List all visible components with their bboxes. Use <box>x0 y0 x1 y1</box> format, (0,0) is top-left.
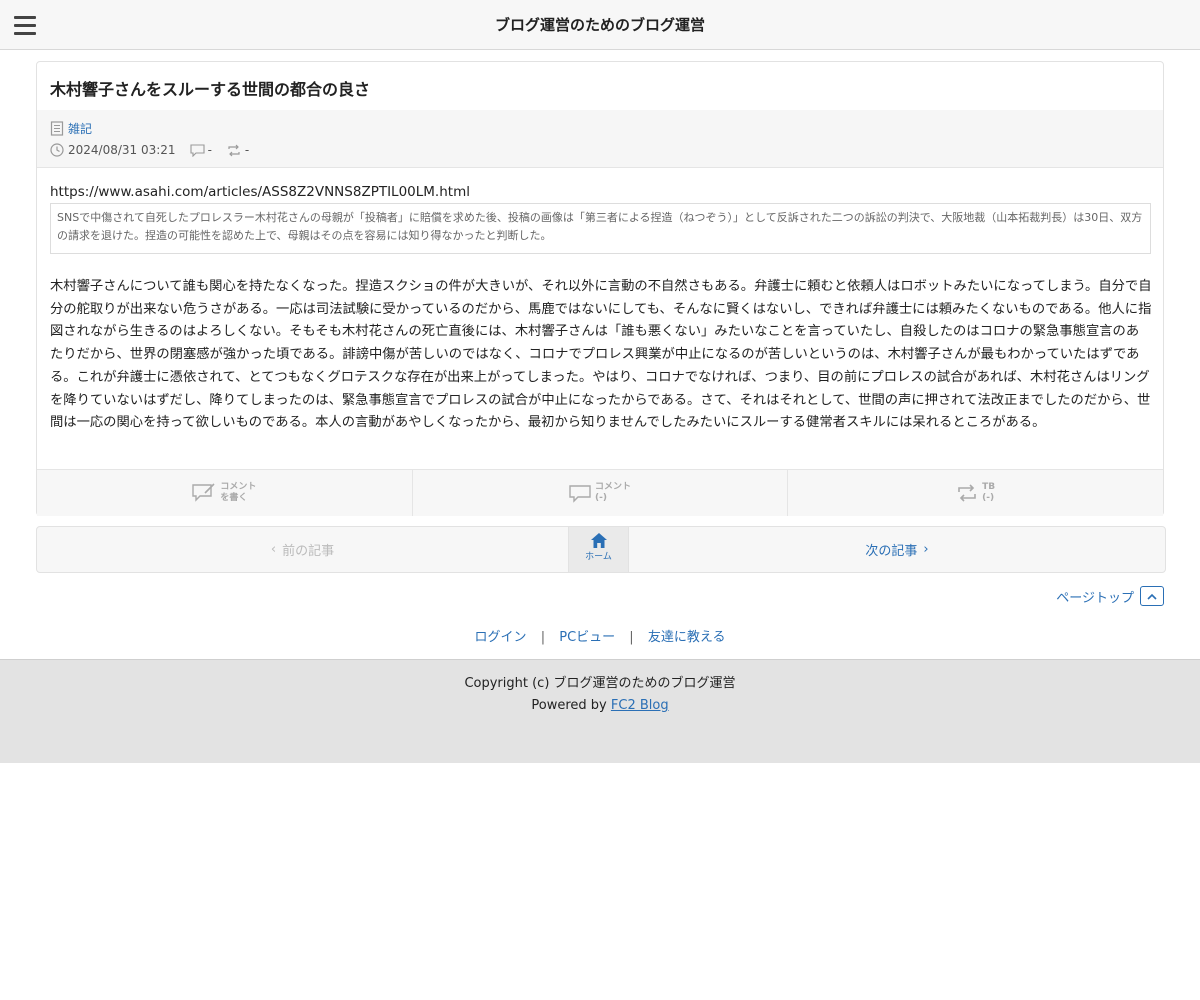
chevron-up-icon <box>1140 586 1164 606</box>
link-separator: | <box>629 630 634 645</box>
article-pager: ‹ 前の記事 ホーム 次の記事 › <box>36 526 1166 573</box>
trackback-icon <box>958 484 976 502</box>
trackback-count-value: - <box>244 143 250 157</box>
comments-label: コメント <box>595 482 632 492</box>
powered-by: Powered by FC2 Blog <box>0 698 1200 713</box>
footer: Copyright (c) ブログ運営のためのブログ運営 Powered by … <box>0 659 1200 763</box>
comment-icon <box>569 484 591 503</box>
site-title[interactable]: ブログ運営のためのブログ運営 <box>0 14 1200 35</box>
page-top-label: ページトップ <box>1056 590 1134 606</box>
date-row: 2024/08/31 03:21 - - <box>50 143 249 157</box>
comments-count: (-) <box>595 493 607 503</box>
comments-button[interactable]: コメント (-) <box>413 470 789 516</box>
category-link[interactable]: 雑記 <box>68 120 92 137</box>
clock-icon <box>50 143 64 157</box>
trackback-label: TB <box>982 482 996 492</box>
pc-view-link[interactable]: PCビュー <box>559 630 615 645</box>
trackback-button[interactable]: TB (-) <box>788 470 1163 516</box>
comment-count[interactable]: - <box>190 143 212 157</box>
prev-article-label: 前の記事 <box>282 544 335 559</box>
copyright: Copyright (c) ブログ運営のためのブログ運営 <box>464 676 736 691</box>
trackback-icon <box>228 144 240 156</box>
next-article-label: 次の記事 <box>865 544 918 559</box>
trackback-count-label: (-) <box>982 493 995 503</box>
page-top-button[interactable]: ページトップ <box>1056 586 1164 606</box>
category-row: 雑記 <box>50 120 92 137</box>
quote-block: SNSで中傷されて自死したプロレスラー木村花さんの母親が「投稿者」に賠償を求めた… <box>50 203 1151 254</box>
article-body: 木村響子さんについて誰も関心を持たなくなった。捏造スクショの件が大きいが、それ以… <box>50 279 1152 431</box>
article-title[interactable]: 木村響子さんをスルーする世間の都合の良さ <box>50 76 370 100</box>
chevron-left-icon: ‹ <box>270 542 277 557</box>
home-icon <box>590 533 607 548</box>
write-comment-button[interactable]: コメント を書く <box>37 470 413 516</box>
home-label: ホーム <box>585 552 612 562</box>
powered-by-label: Powered by <box>531 698 607 713</box>
link-separator: | <box>540 630 546 645</box>
write-comment-icon <box>192 483 215 502</box>
comment-icon <box>190 143 205 157</box>
home-button[interactable]: ホーム <box>568 527 629 572</box>
next-article-button[interactable]: 次の記事 › <box>629 527 1165 572</box>
article-actions: コメント を書く コメント (-) TB (-) <box>37 469 1163 516</box>
footer-links: ログイン | PCビュー | 友達に教える <box>0 626 1200 645</box>
prev-article-button[interactable]: ‹ 前の記事 <box>37 527 568 572</box>
top-bar: ブログ運営のためのブログ運営 <box>0 0 1200 50</box>
article-card: 木村響子さんをスルーする世間の都合の良さ 雑記 2024/08/31 03:21… <box>36 61 1164 516</box>
comment-count-value: - <box>207 143 212 157</box>
chevron-right-icon: › <box>923 542 929 557</box>
trackback-count[interactable]: - <box>226 143 249 157</box>
category-icon <box>50 121 64 136</box>
fc2-blog-link[interactable]: FC2 Blog <box>611 698 669 713</box>
source-url: https://www.asahi.com/articles/ASS8Z2VNN… <box>50 184 470 200</box>
post-datetime: 2024/08/31 03:21 <box>68 143 176 157</box>
write-comment-label-1: コメント <box>220 482 257 492</box>
login-link[interactable]: ログイン <box>475 630 527 645</box>
write-comment-label-2: を書く <box>220 493 248 503</box>
tell-friend-link[interactable]: 友達に教える <box>648 630 726 645</box>
article-meta: 雑記 2024/08/31 03:21 - - <box>37 110 1163 168</box>
